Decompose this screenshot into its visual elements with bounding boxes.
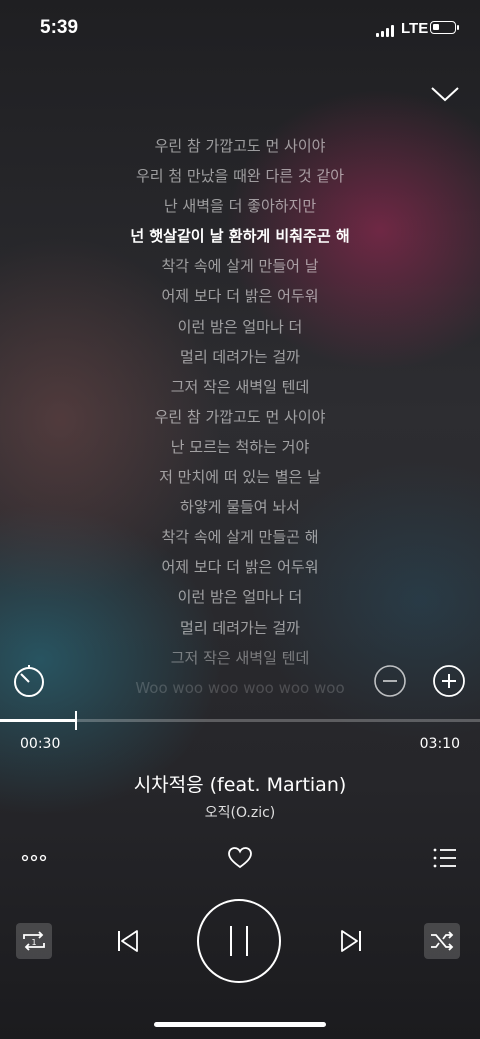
track-title: 시차적응 (feat. Martian) xyxy=(133,774,347,796)
lyric-line[interactable]: 그저 작은 새벽일 텐데 xyxy=(0,643,480,673)
lyric-line[interactable]: 멀리 데려가는 걸까 xyxy=(0,342,480,372)
track-artist[interactable]: 오직(O.zic) xyxy=(0,802,480,822)
lyric-line[interactable]: 우린 참 가깝고도 먼 사이야 xyxy=(0,131,480,161)
lyric-line[interactable]: 난 새벽을 더 좋아하지만 xyxy=(0,191,480,221)
lyric-line[interactable]: 난 모르는 척하는 거야 xyxy=(0,432,480,462)
shuffle-icon[interactable] xyxy=(424,923,460,959)
previous-icon[interactable] xyxy=(115,928,141,954)
lyric-line[interactable]: 착각 속에 살게 만들곤 해 xyxy=(0,522,480,552)
lyric-line[interactable]: 하얗게 물들여 놔서 xyxy=(0,492,480,522)
lyric-line[interactable]: 이런 밤은 얼마나 더 xyxy=(0,582,480,612)
signal-icon xyxy=(376,25,394,37)
playlist-icon[interactable] xyxy=(432,846,458,870)
lyric-line[interactable]: 그저 작은 새벽일 텐데 xyxy=(0,372,480,402)
progress-bar[interactable] xyxy=(0,711,480,730)
plus-circle-icon[interactable] xyxy=(432,664,466,698)
lyric-line[interactable]: 우리 첨 만났을 때완 다른 것 같아 xyxy=(0,161,480,191)
lyric-line[interactable]: 어제 보다 더 밝은 어두워 xyxy=(0,281,480,311)
total-duration: 03:10 xyxy=(419,736,460,752)
network-type: LTE xyxy=(401,20,429,37)
lyric-line[interactable]: 어제 보다 더 밝은 어두워 xyxy=(0,552,480,582)
chevron-down-icon[interactable] xyxy=(428,80,462,106)
pause-icon[interactable] xyxy=(196,898,282,984)
progress-fill xyxy=(0,719,76,722)
home-indicator[interactable] xyxy=(154,1022,326,1027)
status-bar: 5:39 LTE xyxy=(0,0,480,60)
next-icon[interactable] xyxy=(338,928,364,954)
lyric-line[interactable]: 이런 밤은 얼마나 더 xyxy=(0,312,480,342)
heart-icon[interactable] xyxy=(227,846,253,870)
more-dots-icon[interactable] xyxy=(20,848,48,868)
lyric-line[interactable]: 저 만치에 떠 있는 별은 날 xyxy=(0,462,480,492)
svg-text:1: 1 xyxy=(31,938,36,947)
battery-icon xyxy=(430,21,459,34)
lyric-line[interactable]: 멀리 데려가는 걸까 xyxy=(0,613,480,643)
progress-handle[interactable] xyxy=(74,711,77,730)
lyric-line[interactable]: 우린 참 가깝고도 먼 사이야 xyxy=(0,402,480,432)
lyric-line[interactable]: Woo woo woo woo woo woo xyxy=(0,673,480,703)
repeat-one-icon[interactable]: 1 xyxy=(16,923,52,959)
lyric-line[interactable]: 착각 속에 살게 만들어 날 xyxy=(0,251,480,281)
status-time: 5:39 xyxy=(40,17,79,38)
timer-icon[interactable] xyxy=(10,662,48,700)
elapsed-time: 00:30 xyxy=(20,736,61,752)
minus-circle-icon[interactable] xyxy=(373,664,407,698)
lyric-line[interactable]: 넌 햇살같이 날 환하게 비춰주곤 해 xyxy=(0,221,480,251)
lyrics-list[interactable]: 우린 참 가깝고도 먼 사이야 우리 첨 만났을 때완 다른 것 같아 난 새벽을 … xyxy=(0,131,480,703)
